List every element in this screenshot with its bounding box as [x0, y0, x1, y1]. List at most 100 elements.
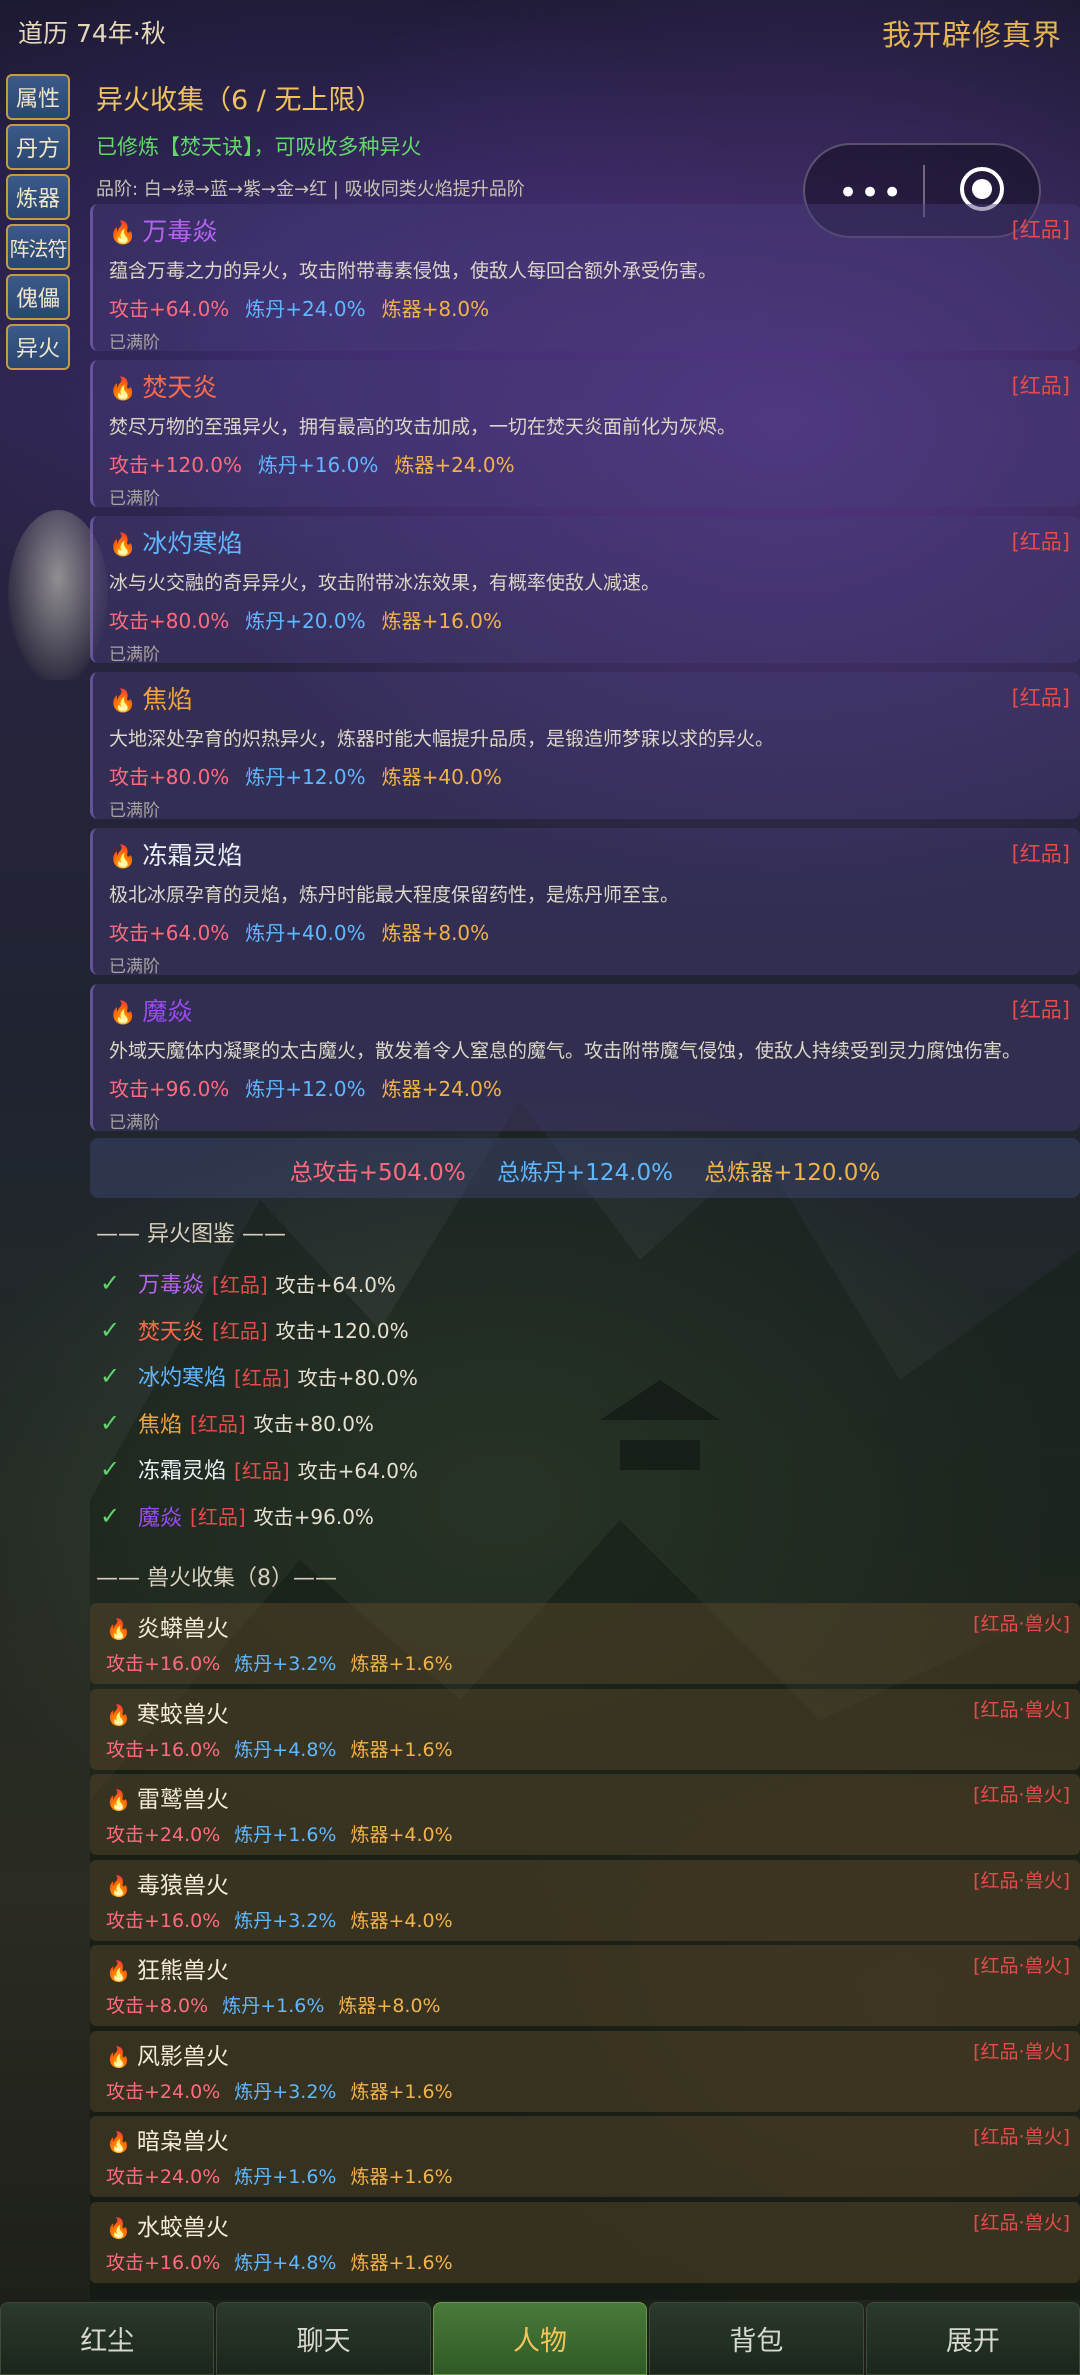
- attack-bonus: 攻击+16.0%: [106, 1738, 221, 1761]
- grade-tag: [红品]: [212, 1272, 268, 1297]
- attack-bonus: 攻击+24.0%: [106, 2080, 221, 2103]
- grade-tag: [红品]: [1011, 530, 1070, 554]
- tab-inventory[interactable]: 背包: [649, 2302, 864, 2375]
- tab-chat[interactable]: 聊天: [216, 2302, 431, 2375]
- dex-name: 魔焱: [138, 1505, 183, 1531]
- attack-bonus: 攻击+64.0%: [109, 921, 230, 945]
- forging-bonus: 炼器+1.6%: [350, 1653, 453, 1675]
- dex-name: 焦焰: [138, 1412, 183, 1438]
- side-tab-formations[interactable]: 阵法符: [6, 224, 70, 270]
- dex-entry: ✓ 万毒焱 [红品] 攻击+64.0%: [100, 1260, 418, 1307]
- side-tab-puppets[interactable]: 傀儡: [6, 274, 70, 320]
- beast-fire-name: 寒蛟兽火: [136, 1701, 229, 1728]
- grade-tag: [红品·兽火]: [973, 1613, 1070, 1635]
- max-level-status: 已满阶: [109, 957, 160, 977]
- tab-expand[interactable]: 展开: [865, 2302, 1080, 2375]
- side-tab-recipes[interactable]: 丹方: [6, 124, 70, 170]
- grade-tag: [红品·兽火]: [973, 2211, 1070, 2234]
- grade-tag: [红品]: [212, 1319, 268, 1344]
- grade-tag: [红品]: [1011, 686, 1070, 710]
- beast-fire-card[interactable]: 🔥 暗枭兽火 [红品·兽火] 攻击+24.0% 炼丹+1.6% 炼器+1.6%: [90, 2116, 1080, 2197]
- grade-tag: [红品]: [234, 1458, 290, 1483]
- beast-fire-name: 毒猿兽火: [136, 1872, 229, 1899]
- dex-name: 焚天炎: [138, 1319, 205, 1345]
- max-level-status: 已满阶: [109, 1113, 160, 1133]
- side-tab-forging[interactable]: 炼器: [6, 174, 70, 220]
- fire-description: 极北冰原孕育的灵焰，炼丹时能最大程度保留药性，是炼丹师至宝。: [109, 884, 680, 906]
- forging-bonus: 炼器+1.6%: [350, 2080, 453, 2103]
- tab-character[interactable]: 人物: [432, 2302, 648, 2375]
- forging-bonus: 炼器+1.6%: [350, 2166, 453, 2188]
- max-level-status: 已满阶: [109, 801, 160, 821]
- fire-list: 🔥 万毒焱 [红品] 蕴含万毒之力的异火，攻击附带毒素侵蚀，使敌人每回合额外承受伤…: [90, 204, 1080, 1140]
- alchemy-bonus: 炼丹+40.0%: [245, 921, 366, 945]
- grade-tag: [红品·兽火]: [973, 1698, 1070, 1721]
- flame-icon: 🔥: [106, 2215, 131, 2240]
- attack-bonus: 攻击+80.0%: [109, 765, 230, 789]
- fire-section-header: 异火收集（6 / 无上限） 已修炼【焚天诀】，可吸收多种异火 品阶: 白→绿→蓝…: [96, 78, 525, 201]
- alchemy-bonus: 炼丹+3.2%: [234, 1653, 337, 1675]
- check-icon: ✓: [100, 1408, 121, 1437]
- tab-mortal-world[interactable]: 红尘: [0, 2302, 215, 2375]
- grade-tag: [红品]: [1011, 842, 1070, 866]
- forging-bonus: 炼器+8.0%: [381, 921, 490, 945]
- beast-fire-card[interactable]: 🔥 狂熊兽火 [红品·兽火] 攻击+8.0% 炼丹+1.6% 炼器+8.0%: [90, 1945, 1080, 2026]
- forging-bonus: 炼器+24.0%: [394, 453, 515, 477]
- flame-icon: 🔥: [106, 2044, 131, 2069]
- fire-name: 焚天炎: [142, 373, 218, 402]
- fire-card[interactable]: 🔥 冰灼寒焰 [红品] 冰与火交融的奇异异火，攻击附带冰冻效果，有概率使敌人减速。…: [90, 516, 1080, 665]
- attack-bonus: 攻击+96.0%: [109, 1077, 230, 1101]
- fire-card[interactable]: 🔥 万毒焱 [红品] 蕴含万毒之力的异火，攻击附带毒素侵蚀，使敌人每回合额外承受伤…: [90, 204, 1080, 353]
- forging-bonus: 炼器+4.0%: [350, 1824, 453, 1846]
- flame-icon: 🔥: [109, 533, 137, 558]
- flame-icon: 🔥: [106, 1959, 131, 1983]
- fire-name: 冻霜灵焰: [142, 841, 243, 870]
- dex-name: 冻霜灵焰: [138, 1459, 227, 1485]
- forging-bonus: 炼器+40.0%: [381, 765, 502, 789]
- fire-card[interactable]: 🔥 焚天炎 [红品] 焚尽万物的至强异火，拥有最高的攻击加成，一切在焚天炎面前化为…: [90, 360, 1080, 509]
- forging-bonus: 炼器+16.0%: [381, 609, 502, 633]
- fire-card[interactable]: 🔥 冻霜灵焰 [红品] 极北冰原孕育的灵焰，炼丹时能最大程度保留药性，是炼丹师至宝…: [90, 828, 1080, 977]
- dex-name: 冰灼寒焰: [138, 1366, 227, 1392]
- total-forging: 总炼器+120.0%: [704, 1160, 881, 1186]
- beast-fire-name: 暗枭兽火: [136, 2129, 229, 2155]
- beast-fire-list: 🔥 炎蟒兽火 [红品·兽火] 攻击+16.0% 炼丹+3.2% 炼器+1.6% 🔥 寒蛟…: [90, 1603, 1080, 2287]
- beast-fire-card[interactable]: 🔥 水蛟兽火 [红品·兽火] 攻击+16.0% 炼丹+4.8% 炼器+1.6%: [90, 2201, 1080, 2283]
- grade-tag: [红品]: [234, 1365, 290, 1390]
- grade-tag: [红品]: [1011, 998, 1070, 1022]
- side-tab-strange-fire[interactable]: 异火: [6, 324, 70, 370]
- forging-bonus: 炼器+8.0%: [338, 1995, 441, 2017]
- max-level-status: 已满阶: [109, 489, 160, 509]
- flame-icon: 🔥: [109, 845, 137, 870]
- beast-fire-card[interactable]: 🔥 风影兽火 [红品·兽火] 攻击+24.0% 炼丹+3.2% 炼器+1.6%: [90, 2030, 1080, 2112]
- alchemy-bonus: 炼丹+3.2%: [234, 2080, 337, 2103]
- alchemy-bonus: 炼丹+3.2%: [234, 1909, 337, 1932]
- forging-bonus: 炼器+1.6%: [350, 2251, 453, 2274]
- grade-tag: [红品]: [190, 1412, 246, 1437]
- beast-fire-card[interactable]: 🔥 炎蟒兽火 [红品·兽火] 攻击+16.0% 炼丹+3.2% 炼器+1.6%: [90, 1603, 1080, 1684]
- fire-card[interactable]: 🔥 魔焱 [红品] 外域天魔体内凝聚的太古魔火，散发着令人窒息的魔气。攻击附带魔气…: [90, 984, 1080, 1133]
- check-icon: ✓: [100, 1455, 121, 1484]
- flame-icon: 🔥: [106, 2130, 131, 2154]
- beast-fire-name: 风影兽火: [136, 2043, 229, 2070]
- forging-bonus: 炼器+8.0%: [381, 297, 490, 321]
- section-title: 异火收集（6 / 无上限）: [96, 85, 383, 116]
- beast-fire-card[interactable]: 🔥 毒猿兽火 [红品·兽火] 攻击+16.0% 炼丹+3.2% 炼器+4.0%: [90, 1859, 1080, 1941]
- fire-name: 冰灼寒焰: [142, 529, 243, 558]
- dex-attack: 攻击+64.0%: [297, 1458, 418, 1483]
- check-icon: ✓: [100, 1269, 121, 1298]
- flame-icon: 🔥: [106, 1617, 131, 1641]
- beast-fire-card[interactable]: 🔥 寒蛟兽火 [红品·兽火] 攻击+16.0% 炼丹+4.8% 炼器+1.6%: [90, 1688, 1080, 1770]
- check-icon: ✓: [100, 1315, 121, 1344]
- beast-fire-name: 炎蟒兽火: [136, 1616, 229, 1642]
- beast-fire-heading: —— 兽火收集（8）——: [96, 1566, 337, 1591]
- attack-bonus: 攻击+16.0%: [106, 1653, 221, 1675]
- side-nav: 属性 丹方 炼器 阵法符 傀儡 异火: [6, 74, 74, 374]
- beast-fire-card[interactable]: 🔥 雷鹫兽火 [红品·兽火] 攻击+24.0% 炼丹+1.6% 炼器+4.0%: [90, 1774, 1080, 1855]
- totals-summary: 总攻击+504.0% 总炼丹+124.0% 总炼器+120.0%: [90, 1138, 1080, 1198]
- side-tab-attributes[interactable]: 属性: [6, 74, 70, 120]
- flame-icon: 🔥: [109, 377, 137, 402]
- fire-card[interactable]: 🔥 焦焰 [红品] 大地深处孕育的炽热异火，炼器时能大幅提升品质，是锻造师梦寐以求…: [90, 672, 1080, 821]
- fire-dex-heading: —— 异火图鉴 ——: [96, 1222, 286, 1247]
- grade-note: 品阶: 白→绿→蓝→紫→金→红 | 吸收同类火焰提升品阶: [96, 179, 525, 200]
